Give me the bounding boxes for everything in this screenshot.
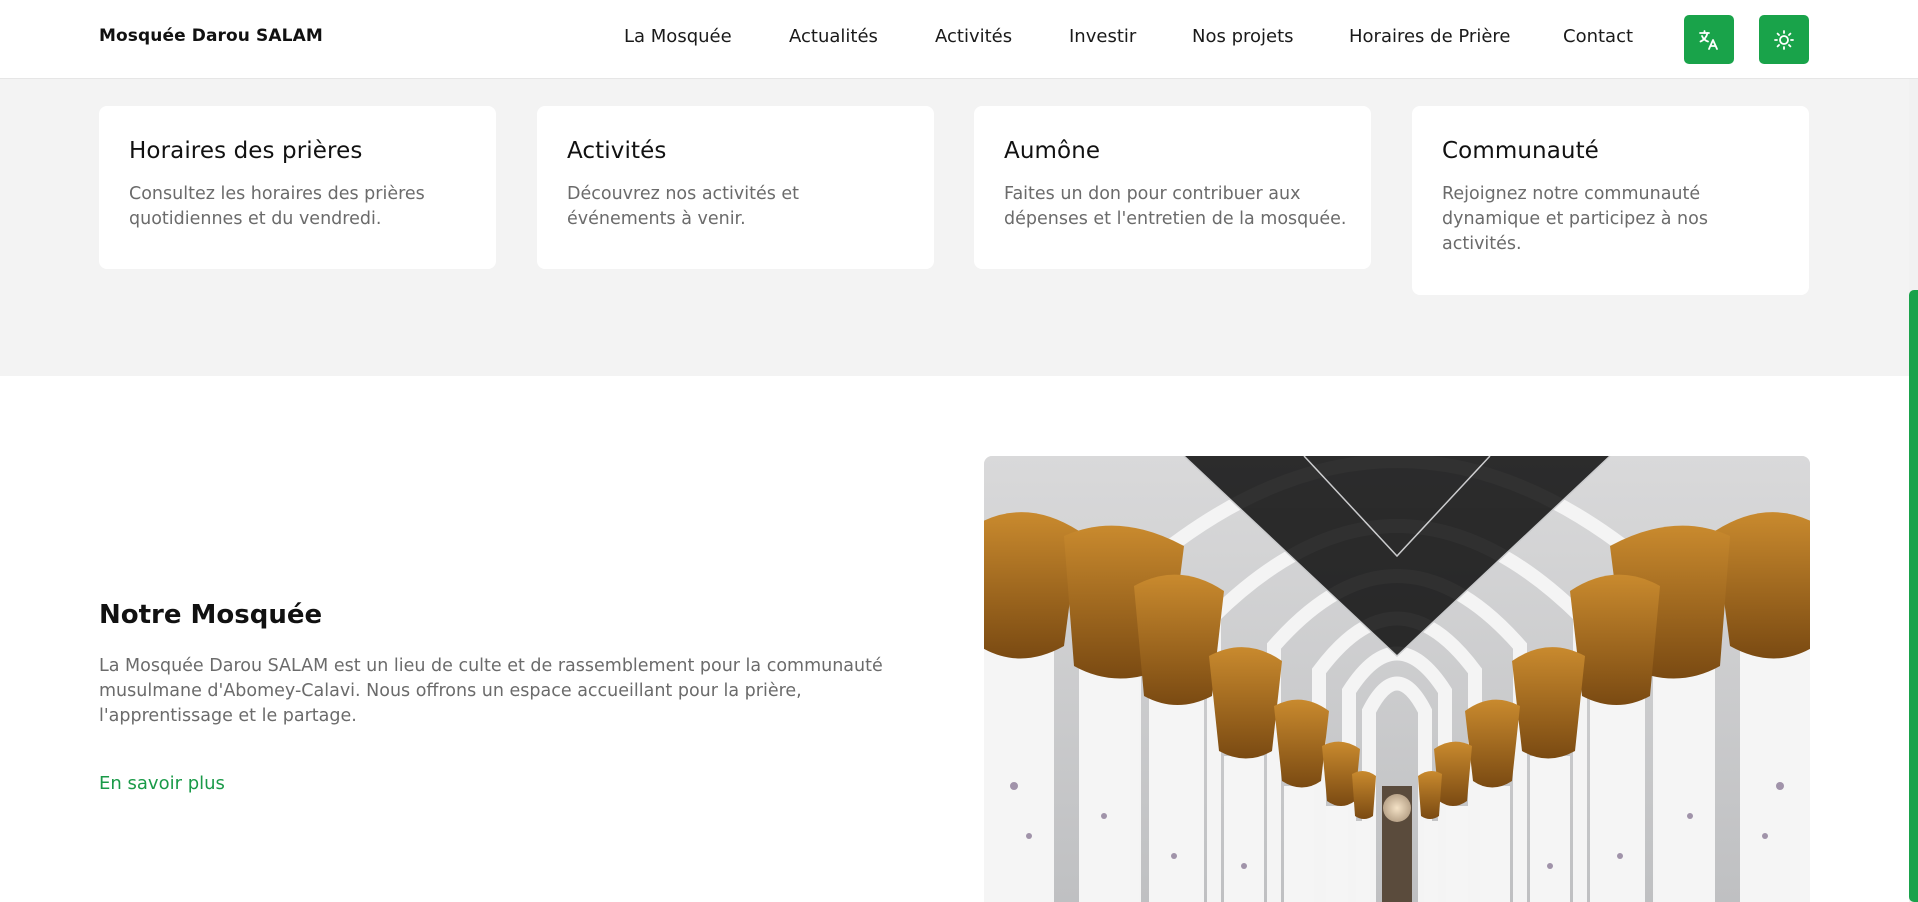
nav-link-horaires[interactable]: Horaires de Prière: [1349, 26, 1510, 47]
theme-toggle-button[interactable]: [1759, 15, 1809, 64]
sun-icon: [1774, 29, 1794, 50]
feature-card-title: Aumône: [1004, 138, 1101, 164]
feature-card-activities[interactable]: Activités Découvrez nos activités et évé…: [537, 106, 934, 269]
brand-name[interactable]: Mosquée Darou SALAM: [99, 26, 323, 46]
feature-card-title: Horaires des prières: [129, 138, 363, 164]
feature-card-text: Consultez les horaires des prières quoti…: [129, 184, 425, 229]
feature-card-donation[interactable]: Aumône Faites un don pour contribuer aux…: [974, 106, 1371, 269]
language-button[interactable]: [1684, 15, 1734, 64]
features-section: Horaires des prières Consultez les horai…: [0, 79, 1909, 376]
nav-link-nos-projets[interactable]: Nos projets: [1192, 26, 1294, 47]
feature-card-text: Découvrez nos activités et événements à …: [567, 184, 800, 229]
feature-card-prayer-times[interactable]: Horaires des prières Consultez les horai…: [99, 106, 496, 269]
about-title: Notre Mosquée: [99, 600, 323, 630]
feature-card-title: Communauté: [1442, 138, 1599, 164]
site-header: Mosquée Darou SALAM La Mosquée Actualité…: [0, 0, 1918, 79]
page-scrollbar[interactable]: [1909, 0, 1918, 902]
nav-link-contact[interactable]: Contact: [1563, 26, 1633, 47]
learn-more-link[interactable]: En savoir plus: [99, 773, 225, 794]
feature-card-title: Activités: [567, 138, 667, 164]
nav-link-activites[interactable]: Activités: [935, 26, 1012, 47]
feature-card-community[interactable]: Communauté Rejoignez notre communauté dy…: [1412, 106, 1809, 295]
nav-link-investir[interactable]: Investir: [1069, 26, 1136, 47]
about-description: La Mosquée Darou SALAM est un lieu de cu…: [99, 656, 883, 726]
scrollbar-thumb[interactable]: [1909, 290, 1918, 902]
feature-card-text: Rejoignez notre communauté dynamique et …: [1442, 184, 1708, 254]
translate-icon: [1699, 29, 1718, 50]
mosque-interior-image: [984, 456, 1810, 902]
feature-card-text: Faites un don pour contribuer aux dépens…: [1004, 184, 1347, 229]
nav-link-la-mosquee[interactable]: La Mosquée: [624, 26, 732, 47]
nav-link-actualites[interactable]: Actualités: [789, 26, 878, 47]
